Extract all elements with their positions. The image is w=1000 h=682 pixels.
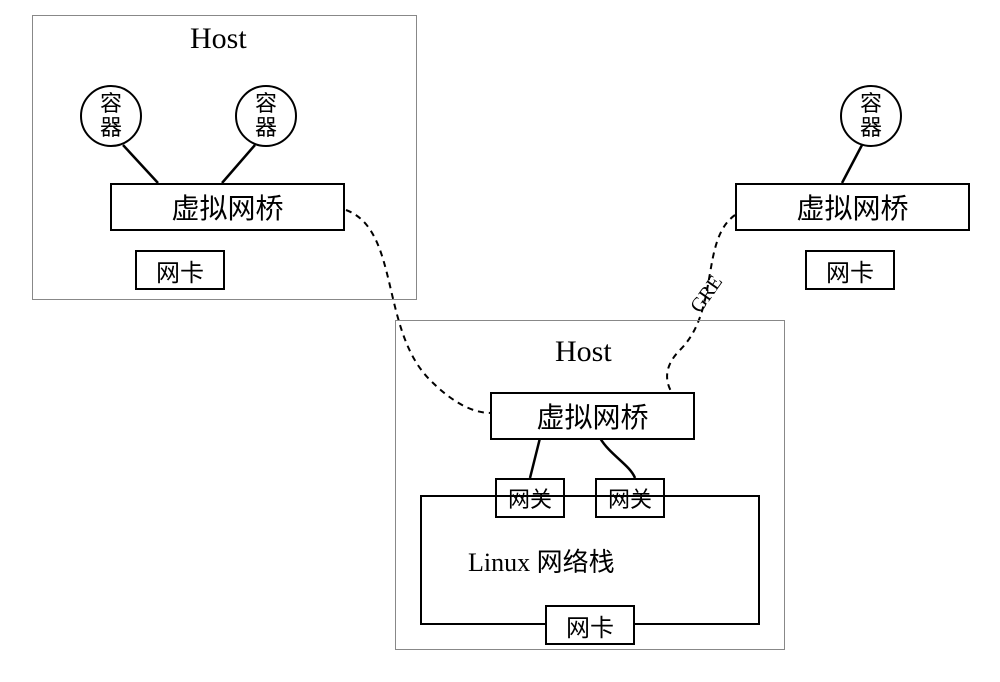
bridge-2: 虚拟网桥 [490,392,695,440]
host-label-1: Host [190,22,247,56]
nic-3: 网卡 [805,250,895,290]
container-circle-2: 容器 [235,85,297,147]
linux-stack-label: Linux 网络栈 [468,542,615,579]
container-circle-1: 容器 [80,85,142,147]
gre-label: GRE [686,272,728,318]
container-circle-3: 容器 [840,85,902,147]
bridge-1: 虚拟网桥 [110,183,345,231]
bridge-3: 虚拟网桥 [735,183,970,231]
nic-2: 网卡 [545,605,635,645]
nic-1: 网卡 [135,250,225,290]
host-label-2: Host [555,335,612,369]
